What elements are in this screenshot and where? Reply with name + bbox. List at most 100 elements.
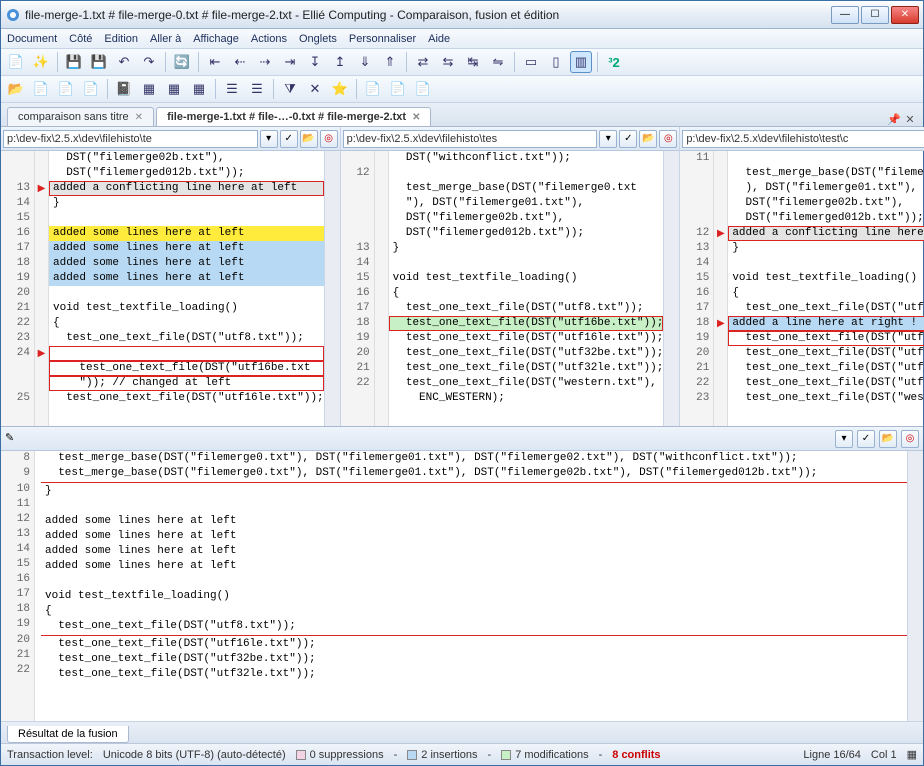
pane-right: ▾ ✓ 📂 ◎ 11121314151617181920212223 ▶▶ te… bbox=[680, 127, 924, 426]
scrollbar[interactable] bbox=[907, 451, 923, 721]
nav2-icon[interactable]: ⇠ bbox=[229, 51, 251, 73]
doc2-icon[interactable]: 📄 bbox=[55, 78, 77, 100]
swatch-suppressions-icon bbox=[296, 750, 306, 760]
menu-affichage[interactable]: Affichage bbox=[193, 33, 239, 45]
scrollbar[interactable] bbox=[324, 151, 340, 426]
split3-icon[interactable]: ▥ bbox=[570, 51, 592, 73]
menu-aide[interactable]: Aide bbox=[428, 33, 450, 45]
logo-icon[interactable]: ³2 bbox=[603, 51, 625, 73]
toolbar-secondary: 📂 📄 📄 📄 📓 ▦ ▦ ▦ ☰ ☰ ⧩ ✕ ⭐ 📄 📄 📄 bbox=[1, 76, 923, 103]
path-input-center[interactable] bbox=[343, 130, 598, 148]
layer3-icon[interactable]: ▦ bbox=[188, 78, 210, 100]
doc1-icon[interactable]: 📄 bbox=[30, 78, 52, 100]
nav3-icon[interactable]: ⇢ bbox=[254, 51, 276, 73]
status-col: Col 1 bbox=[871, 749, 897, 761]
status-encoding: Unicode 8 bits (UTF-8) (auto-détecté) bbox=[103, 749, 286, 761]
target-icon[interactable]: ◎ bbox=[901, 430, 919, 448]
path-input-right[interactable] bbox=[682, 130, 924, 148]
target-icon[interactable]: ◎ bbox=[320, 130, 338, 148]
edit-icon[interactable]: ✎ bbox=[5, 431, 21, 447]
menu-document[interactable]: Document bbox=[7, 33, 57, 45]
merge2-icon[interactable]: ⇆ bbox=[437, 51, 459, 73]
open-folder-icon[interactable]: 📂 bbox=[5, 78, 27, 100]
path-input-left[interactable] bbox=[3, 130, 258, 148]
target-icon[interactable]: ◎ bbox=[659, 130, 677, 148]
menu-allera[interactable]: Aller à bbox=[150, 33, 181, 45]
wand-icon[interactable]: ✨ bbox=[30, 51, 52, 73]
folder-icon[interactable]: 📂 bbox=[639, 130, 657, 148]
redo-icon[interactable]: ↷ bbox=[138, 51, 160, 73]
close-button[interactable]: ✕ bbox=[891, 6, 919, 24]
swatch-modifications-icon bbox=[501, 750, 511, 760]
status-conflicts: 8 conflits bbox=[612, 749, 660, 761]
folder-icon[interactable]: 📂 bbox=[300, 130, 318, 148]
docc-icon[interactable]: 📄 bbox=[412, 78, 434, 100]
tab-merge[interactable]: file-merge-1.txt # file-…-0.txt # file-m… bbox=[156, 107, 431, 126]
layer1-icon[interactable]: ▦ bbox=[138, 78, 160, 100]
doc3-icon[interactable]: 📄 bbox=[80, 78, 102, 100]
titlebar: file-merge-1.txt # file-merge-0.txt # fi… bbox=[1, 1, 923, 29]
maximize-button[interactable]: ☐ bbox=[861, 6, 889, 24]
merge1-icon[interactable]: ⇄ bbox=[412, 51, 434, 73]
scrollbar[interactable] bbox=[663, 151, 679, 426]
result-tabstrip: Résultat de la fusion bbox=[1, 721, 923, 743]
refresh-icon[interactable]: 🔄 bbox=[171, 51, 193, 73]
nav4-icon[interactable]: ⇥ bbox=[279, 51, 301, 73]
status-insertions: 2 insertions bbox=[421, 749, 477, 761]
nav7-icon[interactable]: ⇓ bbox=[354, 51, 376, 73]
split2-icon[interactable]: ▯ bbox=[545, 51, 567, 73]
doca-icon[interactable]: 📄 bbox=[362, 78, 384, 100]
document-tabstrip: comparaison sans titre ✕ file-merge-1.tx… bbox=[1, 103, 923, 127]
result-tab[interactable]: Résultat de la fusion bbox=[7, 726, 129, 743]
nav1-icon[interactable]: ⇤ bbox=[204, 51, 226, 73]
dropdown-icon[interactable]: ▾ bbox=[599, 130, 617, 148]
status-line: Ligne 16/64 bbox=[803, 749, 861, 761]
status-transaction: Transaction level: bbox=[7, 749, 93, 761]
layer2-icon[interactable]: ▦ bbox=[163, 78, 185, 100]
nav6-icon[interactable]: ↥ bbox=[329, 51, 351, 73]
toolbar-main: 📄 ✨ 💾 💾 ↶ ↷ 🔄 ⇤ ⇠ ⇢ ⇥ ↧ ↥ ⇓ ⇑ ⇄ ⇆ ↹ ⇋ ▭ … bbox=[1, 49, 923, 76]
merge3-icon[interactable]: ↹ bbox=[462, 51, 484, 73]
docb-icon[interactable]: 📄 bbox=[387, 78, 409, 100]
pin-icon[interactable]: 📌 bbox=[887, 112, 901, 126]
nav5-icon[interactable]: ↧ bbox=[304, 51, 326, 73]
tab-merge-label: file-merge-1.txt # file-…-0.txt # file-m… bbox=[167, 111, 406, 123]
save-icon[interactable]: 💾 bbox=[63, 51, 85, 73]
filter-icon[interactable]: ⧩ bbox=[279, 78, 301, 100]
book-icon[interactable]: 📓 bbox=[113, 78, 135, 100]
check-icon[interactable]: ✓ bbox=[619, 130, 637, 148]
list1-icon[interactable]: ☰ bbox=[221, 78, 243, 100]
split1-icon[interactable]: ▭ bbox=[520, 51, 542, 73]
star-folder-icon[interactable]: ⭐ bbox=[329, 78, 351, 100]
check-icon[interactable]: ✓ bbox=[857, 430, 875, 448]
menubar: Document Côté Edition Aller à Affichage … bbox=[1, 29, 923, 49]
menu-cote[interactable]: Côté bbox=[69, 33, 92, 45]
statusbar: Transaction level: Unicode 8 bits (UTF-8… bbox=[1, 743, 923, 765]
menu-actions[interactable]: Actions bbox=[251, 33, 287, 45]
dropdown-icon[interactable]: ▾ bbox=[835, 430, 853, 448]
minimize-button[interactable]: — bbox=[831, 6, 859, 24]
saveall-icon[interactable]: 💾 bbox=[88, 51, 110, 73]
menu-edition[interactable]: Edition bbox=[104, 33, 138, 45]
status-suppressions: 0 suppressions bbox=[310, 749, 384, 761]
compare-panes: ▾ ✓ 📂 ◎ 13141516171819202122232425 ▶▶ DS… bbox=[1, 127, 923, 427]
clear-icon[interactable]: ✕ bbox=[304, 78, 326, 100]
list2-icon[interactable]: ☰ bbox=[246, 78, 268, 100]
nav8-icon[interactable]: ⇑ bbox=[379, 51, 401, 73]
status-extra-icon[interactable]: ▦ bbox=[907, 748, 917, 761]
status-modifications: 7 modifications bbox=[515, 749, 588, 761]
merge4-icon[interactable]: ⇋ bbox=[487, 51, 509, 73]
result-pane: 8910111213141516171819202122 test_merge_… bbox=[1, 451, 923, 721]
tab-close-icon[interactable]: ✕ bbox=[412, 112, 420, 123]
undo-icon[interactable]: ↶ bbox=[113, 51, 135, 73]
dropdown-icon[interactable]: ▾ bbox=[260, 130, 278, 148]
folder-icon[interactable]: 📂 bbox=[879, 430, 897, 448]
pane-center: ▾ ✓ 📂 ◎ 1213141516171819202122 DST("with… bbox=[341, 127, 681, 426]
menu-onglets[interactable]: Onglets bbox=[299, 33, 337, 45]
tabs-close-icon[interactable]: ✕ bbox=[903, 112, 917, 126]
new-icon[interactable]: 📄 bbox=[5, 51, 27, 73]
tab-close-icon[interactable]: ✕ bbox=[135, 112, 143, 123]
menu-personnaliser[interactable]: Personnaliser bbox=[349, 33, 416, 45]
check-icon[interactable]: ✓ bbox=[280, 130, 298, 148]
tab-untitled[interactable]: comparaison sans titre ✕ bbox=[7, 107, 154, 126]
